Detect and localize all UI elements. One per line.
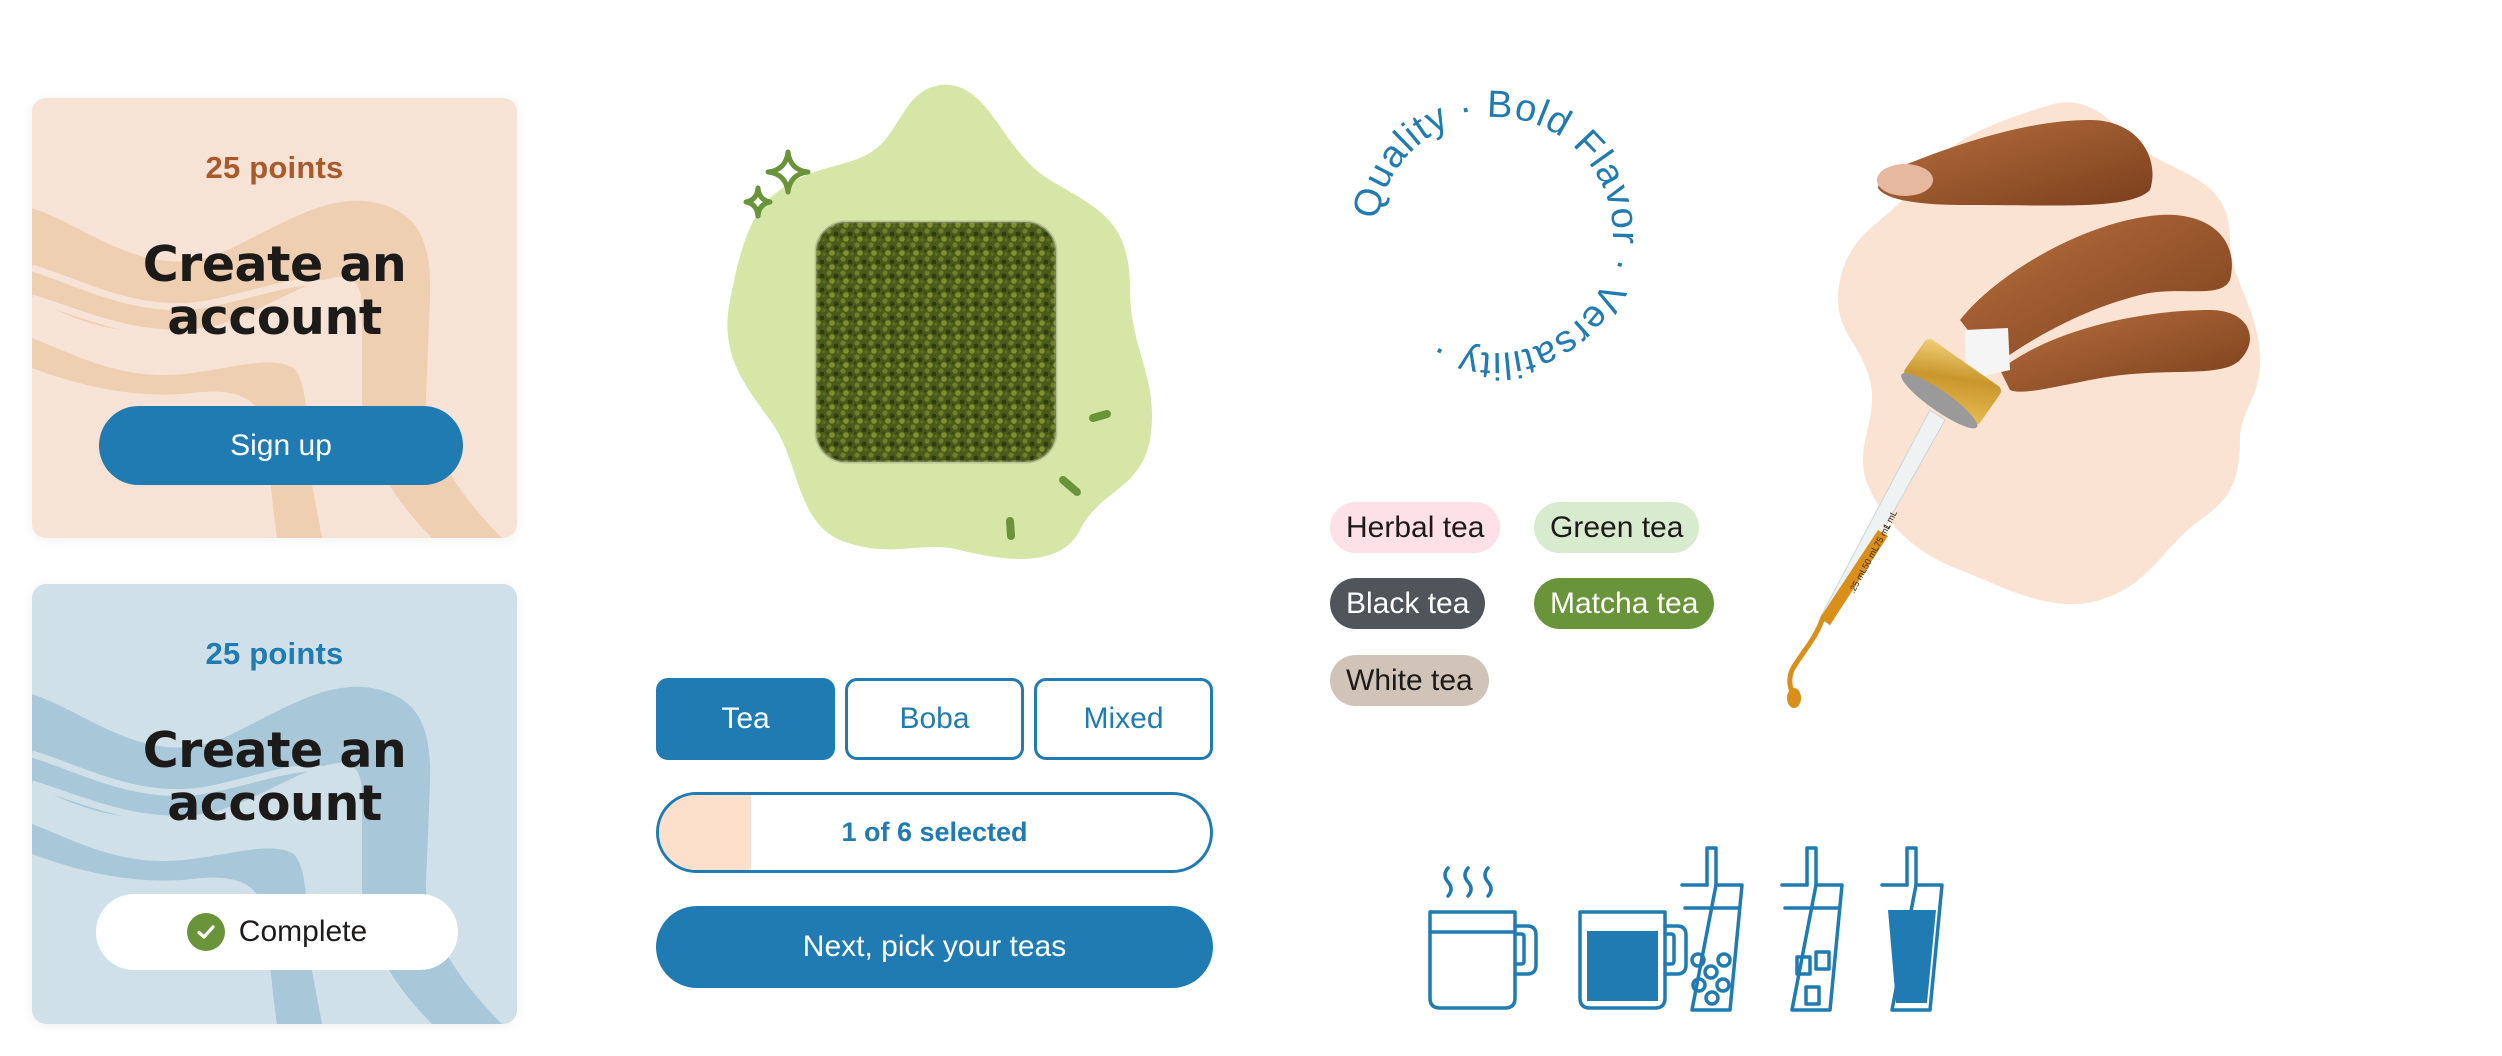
check-circle-icon: [186, 913, 225, 951]
points-label: 25 points: [205, 636, 344, 671]
segment-tea[interactable]: Tea: [656, 678, 835, 760]
svg-text:Quality · Bold Flavor · Versat: Quality · Bold Flavor · Versatility ·: [1345, 85, 1646, 385]
next-pick-teas-button[interactable]: Next, pick your teas: [656, 906, 1213, 988]
pressed-tea-square: [816, 222, 1056, 462]
tag-black-tea[interactable]: Black tea: [1330, 578, 1486, 629]
complete-status-button: Complete: [96, 894, 458, 970]
tag-green-tea[interactable]: Green tea: [1534, 502, 1700, 553]
progress-label: 1 of 6 selected: [841, 817, 1028, 847]
card-title-line-1: Create an: [142, 722, 407, 779]
hot-tea-mug-icon: [1428, 866, 1538, 1010]
iced-cup-icon: [1780, 846, 1844, 1012]
complete-label: Complete: [238, 915, 368, 948]
fingernail: [1877, 164, 1933, 196]
reward-card-create-account-complete: 25 points Create an account Complete: [32, 584, 517, 1024]
tag-herbal-tea[interactable]: Herbal tea: [1330, 502, 1501, 553]
selection-progress-bar: 1 of 6 selected: [656, 792, 1213, 873]
card-title-line-1: Create an: [142, 236, 407, 293]
circular-badge-text: Quality · Bold Flavor · Versatility ·: [1345, 85, 1646, 385]
card-title-line-2: account: [167, 775, 382, 832]
boba-cup-icon: [1680, 846, 1744, 1012]
filled-mug-icon: [1578, 910, 1688, 1010]
tea-cube-illustration: [727, 84, 1153, 559]
sign-up-button[interactable]: Sign up: [99, 406, 463, 485]
points-label: 25 points: [205, 150, 344, 185]
segment-boba[interactable]: Boba: [845, 678, 1024, 760]
liquid-drip: [1787, 617, 1825, 697]
card-title-line-2: account: [167, 289, 382, 346]
card-title: Create an account: [32, 724, 517, 830]
badge-ring-text: Quality · Bold Flavor · Versatility ·: [1345, 85, 1645, 385]
reward-card-create-account: 25 points Create an account Sign up: [32, 98, 517, 538]
liquid-drop: [1787, 688, 1801, 708]
filled-cup-icon: [1880, 846, 1944, 1012]
segment-mixed[interactable]: Mixed: [1034, 678, 1213, 760]
drink-icons-row: [1428, 846, 1944, 1012]
tag-matcha-tea[interactable]: Matcha tea: [1534, 578, 1715, 629]
tag-white-tea[interactable]: White tea: [1330, 655, 1489, 706]
dropper-hand-illustration: 1 mL .75 mL .50 mL .25 mL: [1787, 102, 2260, 708]
card-title: Create an account: [32, 238, 517, 344]
accent-dash: [1006, 517, 1015, 540]
accent-dash: [1089, 410, 1111, 422]
